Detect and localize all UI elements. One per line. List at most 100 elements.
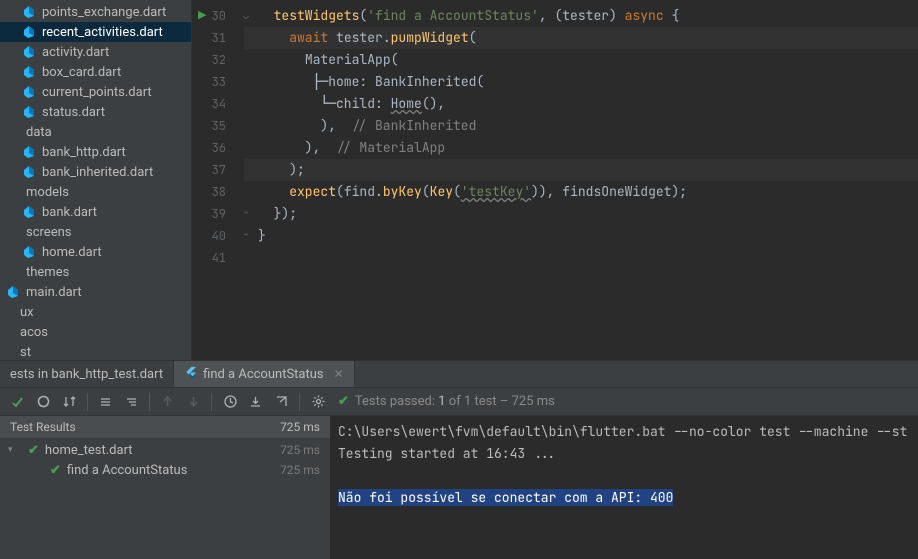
file-item[interactable]: status.dart [0,102,191,122]
folder-item[interactable]: acos [0,322,191,342]
file-label: st [20,345,31,360]
dart-file-icon [22,165,36,179]
prev-failed-icon[interactable] [156,390,180,414]
file-item[interactable]: main.dart [0,282,191,302]
line-number: 34 [192,93,226,115]
line-number: 39 [192,203,226,225]
file-label: recent_activities.dart [42,25,163,40]
code-line[interactable] [258,247,918,269]
run-tab[interactable]: find a AccountStatus ✕ [174,361,355,387]
dart-file-icon [22,245,36,259]
test-results-time: 725 ms [280,420,320,434]
file-item[interactable]: activity.dart [0,42,191,62]
test-status-summary: ✔ Tests passed: 1 of 1 test – 725 ms [330,394,555,409]
console-line: Não foi possível se conectar com a API: … [338,487,910,509]
tests-passed-count: 1 [438,394,445,409]
folder-item[interactable]: data [0,122,191,142]
settings-icon[interactable] [306,390,330,414]
file-item[interactable]: bank_http.dart [0,142,191,162]
file-label: bank_http.dart [42,145,126,160]
line-number: 38 [192,181,226,203]
line-number: 41 [192,247,226,269]
collapse-all-icon[interactable] [120,390,144,414]
test-name: home_test.dart [45,443,133,458]
code-line[interactable]: await tester.pumpWidget( [258,27,918,49]
test-history-icon[interactable] [218,390,242,414]
tab-label: ests in bank_http_test.dart [10,367,163,382]
dart-file-icon [22,145,36,159]
file-item[interactable]: home.dart [0,242,191,262]
code-line[interactable]: ), // BankInherited [258,115,918,137]
close-icon[interactable]: ✕ [334,367,344,381]
chevron-down-icon[interactable]: ▾ [8,445,18,455]
test-results-header[interactable]: Test Results 725 ms [0,416,330,438]
dart-file-icon [22,45,36,59]
export-tests-icon[interactable] [270,390,294,414]
dart-file-icon [22,65,36,79]
file-item[interactable]: current_points.dart [0,82,191,102]
code-line[interactable]: expect(find.byKey(Key('testKey')), finds… [258,181,918,203]
dart-file-icon [22,85,36,99]
dart-file-icon [22,25,36,39]
expand-all-icon[interactable] [94,390,118,414]
folder-item[interactable]: screens [0,222,191,242]
code-line[interactable]: }); [258,203,918,225]
code-line[interactable]: testWidgets('find a AccountStatus', (tes… [258,5,918,27]
code-line[interactable]: └─child: Home(), [258,93,918,115]
line-number: 33 [192,71,226,93]
file-label: ux [20,305,34,320]
test-result-row[interactable]: ▾✔home_test.dart725 ms [0,440,330,460]
file-label: points_exchange.dart [42,5,166,20]
code-line[interactable]: MaterialApp( [258,49,918,71]
file-label: models [26,185,69,200]
code-area[interactable]: testWidgets('find a AccountStatus', (tes… [244,0,918,360]
file-label: activity.dart [42,45,109,60]
folder-icon [0,305,14,319]
file-item[interactable]: bank.dart [0,202,191,222]
sort-icon[interactable] [57,390,81,414]
file-label: status.dart [42,105,105,120]
code-line[interactable]: ├─home: BankInherited( [258,71,918,93]
file-tree[interactable]: points_exchange.dart recent_activities.da… [0,0,191,360]
test-result-row[interactable]: ✔find a AccountStatus725 ms [0,460,330,480]
code-line[interactable]: } [258,225,918,247]
tab-label: find a AccountStatus [203,367,324,382]
file-label: themes [26,265,69,280]
file-item[interactable]: bank_inherited.dart [0,162,191,182]
line-number: 40 [192,225,226,247]
folder-item[interactable]: ux [0,302,191,322]
line-number: 35 [192,115,226,137]
folder-icon [6,125,20,139]
next-failed-icon[interactable] [182,390,206,414]
flutter-icon [184,366,197,383]
folder-icon [0,345,14,359]
filter-ignored-icon[interactable] [32,390,56,414]
code-line[interactable]: ); [258,159,918,181]
line-number-gutter: 303132333435363738394041 [192,0,244,360]
run-tab-bar: ests in bank_http_test.dart find a Accoun… [0,360,918,388]
code-line[interactable]: ), // MaterialApp [258,137,918,159]
folder-item[interactable]: st [0,342,191,360]
test-name: find a AccountStatus [67,463,188,478]
import-tests-icon[interactable] [244,390,268,414]
file-item[interactable]: box_card.dart [0,62,191,82]
test-console[interactable]: C:\Users\ewert\fvm\default\bin\flutter.b… [330,416,918,559]
test-results-title: Test Results [10,420,76,434]
dart-file-icon [22,5,36,19]
folder-item[interactable]: themes [0,262,191,282]
folder-icon [6,225,20,239]
folder-item[interactable]: models [0,182,191,202]
pass-icon: ✔ [28,443,39,458]
file-label: main.dart [26,285,82,300]
test-results-tree[interactable]: ▾✔home_test.dart725 ms✔find a AccountSta… [0,438,330,480]
file-item[interactable]: points_exchange.dart [0,2,191,22]
filter-passed-icon[interactable] [6,390,30,414]
tests-total-label: of 1 test [449,394,497,409]
file-item[interactable]: recent_activities.dart [0,22,191,42]
run-tab[interactable]: ests in bank_http_test.dart [0,361,174,387]
tests-duration: – 725 ms [500,394,555,409]
code-editor[interactable]: ▶ 303132333435363738394041 ⌄⌃⌃ testWidge… [192,0,918,360]
console-line: Testing started at 16:43 ... [338,443,910,465]
test-duration: 725 ms [280,463,320,477]
folder-icon [0,325,14,339]
